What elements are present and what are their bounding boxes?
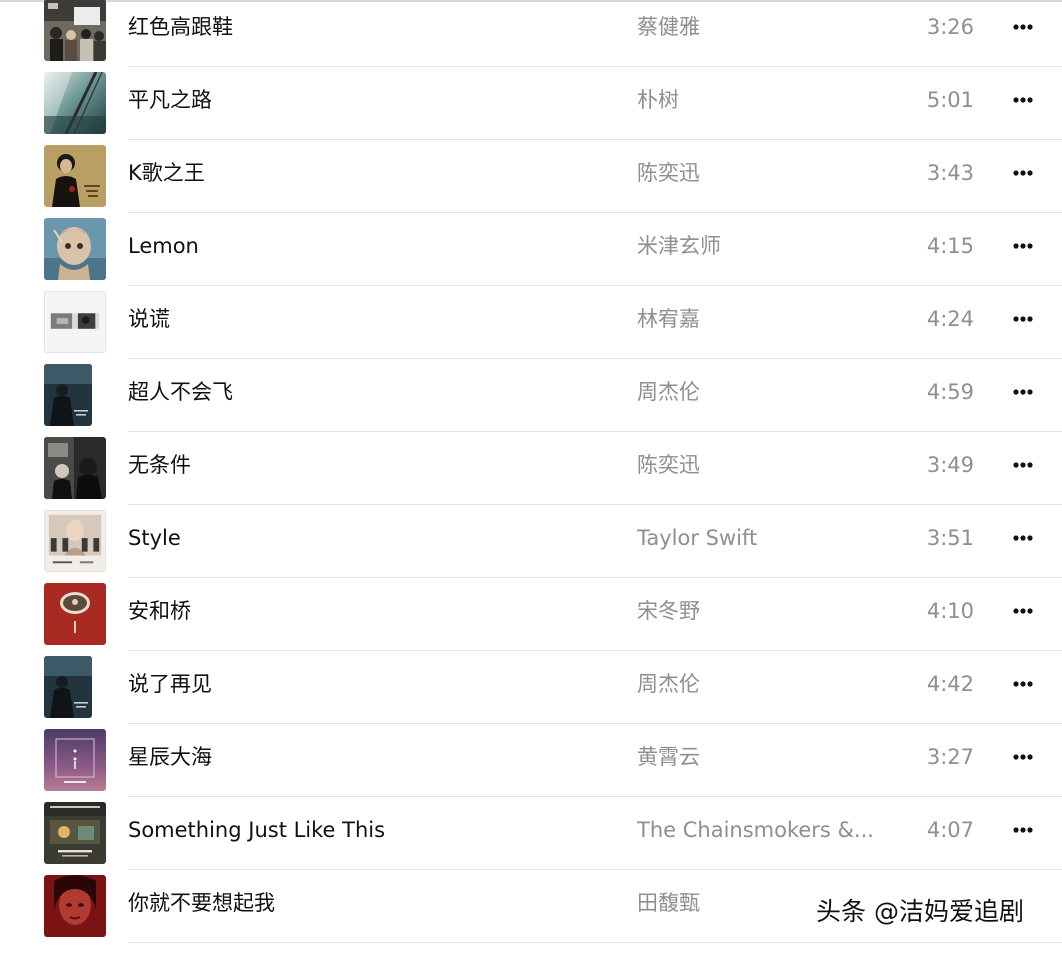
song-duration: 3:26 [926, 15, 974, 39]
song-artist: 周杰伦 [637, 380, 700, 404]
song-artist: 黄霄云 [637, 745, 700, 769]
more-ellipsis-icon[interactable] [1006, 161, 1040, 185]
album-art-crowd-photo-icon [44, 0, 106, 61]
song-row[interactable]: 说了再见 周杰伦 4:42 [0, 651, 1062, 724]
song-artist: 陈奕迅 [637, 161, 700, 185]
album-art-white-portrait-icon [44, 291, 106, 353]
album-art-memories-dark-icon [44, 802, 106, 864]
album-art-dark-photo-icon [44, 437, 106, 499]
song-duration: 4:24 [926, 307, 974, 331]
more-ellipsis-icon[interactable] [1006, 599, 1040, 623]
song-row[interactable]: Something Just Like This The Chainsmoker… [0, 797, 1062, 870]
song-duration: 4:59 [926, 380, 974, 404]
song-duration: 4:42 [926, 672, 974, 696]
song-title: Style [128, 526, 181, 550]
song-duration: 3:43 [926, 161, 974, 185]
song-row[interactable]: 安和桥 宋冬野 4:10 [0, 578, 1062, 651]
song-row[interactable]: 无条件 陈奕迅 3:49 [0, 432, 1062, 505]
song-artist: 朴树 [637, 88, 679, 112]
album-art-painting-blue-icon [44, 218, 106, 280]
album-art-polaroid-1989-icon [44, 510, 106, 572]
song-title: Lemon [128, 234, 199, 258]
song-row[interactable]: 平凡之路 朴树 5:01 [0, 67, 1062, 140]
song-artist: The Chainsmokers &... [637, 818, 874, 842]
song-row[interactable]: Style Taylor Swift 3:51 [0, 505, 1062, 578]
song-title: 平凡之路 [128, 88, 212, 112]
album-art-light-rays-icon [44, 72, 106, 134]
song-row[interactable]: 星辰大海 黄霄云 3:27 [0, 724, 1062, 797]
song-row[interactable]: 红色高跟鞋 蔡健雅 3:26 [0, 0, 1062, 67]
song-duration: 4:15 [926, 234, 974, 258]
song-artist: 周杰伦 [637, 672, 700, 696]
more-ellipsis-icon[interactable] [1006, 526, 1040, 550]
more-ellipsis-icon[interactable] [1006, 15, 1040, 39]
song-title: 你就不要想起我 [128, 891, 275, 915]
more-ellipsis-icon[interactable] [1006, 307, 1040, 331]
song-title: 红色高跟鞋 [128, 15, 233, 39]
more-ellipsis-icon[interactable] [1006, 380, 1040, 404]
song-title: 无条件 [128, 453, 191, 477]
song-title: 说谎 [128, 307, 170, 331]
song-title: Something Just Like This [128, 818, 386, 842]
song-title: K歌之王 [128, 161, 205, 185]
song-row[interactable]: 超人不会飞 周杰伦 4:59 [0, 359, 1062, 432]
song-artist: 蔡健雅 [637, 15, 700, 39]
more-ellipsis-icon[interactable] [1006, 818, 1040, 842]
song-row[interactable]: 说谎 林宥嘉 4:24 [0, 286, 1062, 359]
song-duration: 3:49 [926, 453, 974, 477]
album-art-portrait-gold-icon [44, 145, 106, 207]
song-artist: Taylor Swift [637, 526, 758, 550]
song-duration: 3:51 [926, 526, 974, 550]
song-artist: 林宥嘉 [637, 307, 700, 331]
song-artist: 宋冬野 [637, 599, 700, 623]
song-title: 说了再见 [128, 672, 212, 696]
album-art-dark-figure-icon [44, 656, 92, 718]
song-title: 超人不会飞 [128, 380, 233, 404]
song-row[interactable]: Lemon 米津玄师 4:15 [0, 213, 1062, 286]
song-artist: 米津玄师 [637, 234, 721, 258]
song-title: 星辰大海 [128, 745, 212, 769]
album-art-red-oval-icon [44, 583, 106, 645]
song-duration: 5:01 [926, 88, 974, 112]
more-ellipsis-icon[interactable] [1006, 88, 1040, 112]
more-ellipsis-icon[interactable] [1006, 234, 1040, 258]
song-duration: 4:07 [926, 818, 974, 842]
song-artist: 陈奕迅 [637, 453, 700, 477]
more-ellipsis-icon[interactable] [1006, 672, 1040, 696]
album-art-dark-figure-icon [44, 364, 92, 426]
song-duration: 4:10 [926, 599, 974, 623]
more-ellipsis-icon[interactable] [1006, 453, 1040, 477]
song-row[interactable]: K歌之王 陈奕迅 3:43 [0, 140, 1062, 213]
album-art-red-face-icon [44, 875, 106, 937]
album-art-purple-starry-icon [44, 729, 106, 791]
more-ellipsis-icon[interactable] [1006, 745, 1040, 769]
song-duration: 3:27 [926, 745, 974, 769]
watermark: 头条 @洁妈爱追剧 [816, 897, 1024, 926]
song-title: 安和桥 [128, 599, 191, 623]
